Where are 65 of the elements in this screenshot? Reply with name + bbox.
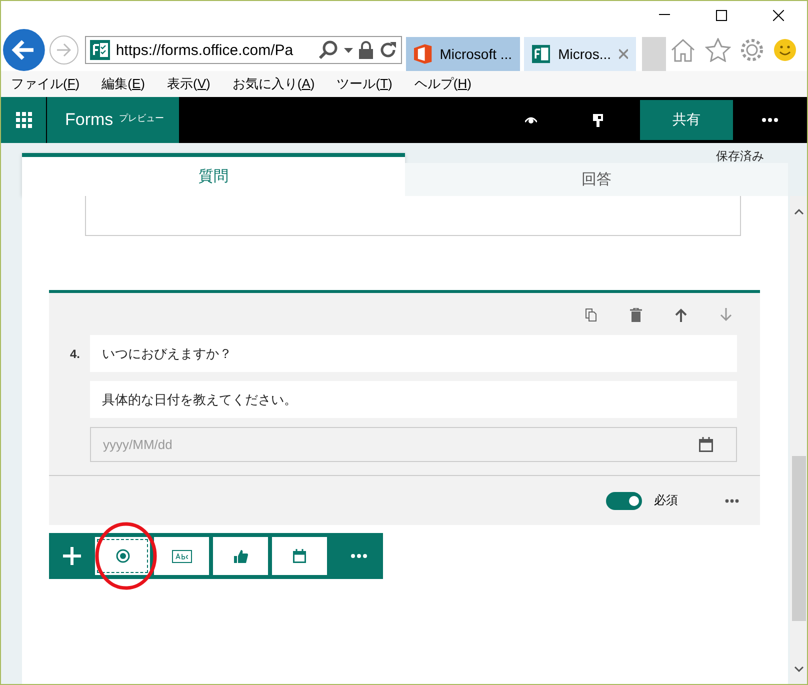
required-label: 必須 (654, 492, 678, 509)
settings-icon[interactable] (740, 38, 764, 62)
preview-label: プレビュー (119, 112, 164, 125)
more-icon[interactable] (762, 118, 778, 122)
paintbrush-icon[interactable] (593, 114, 603, 126)
browser-tab[interactable]: Micros... (524, 37, 636, 71)
lock-icon (359, 41, 374, 59)
menu-item[interactable]: ツール(T) (336, 75, 392, 93)
arrow-down-icon[interactable] (720, 308, 732, 322)
address-text: https://forms.office.com/Pa (116, 42, 294, 58)
question-type-button[interactable] (272, 537, 327, 575)
question-subtitle-field[interactable]: 具体的な日付を教えてください。 (90, 381, 737, 418)
forms-logo-icon (90, 40, 110, 60)
dropdown-icon[interactable] (344, 48, 354, 52)
more-icon[interactable] (725, 498, 739, 502)
menu-item[interactable]: ヘルプ(H) (414, 75, 472, 93)
maximize-icon[interactable] (716, 10, 727, 20)
menu-item[interactable]: お気に入り(A) (232, 75, 315, 93)
browser-tab-label: Micros... (558, 46, 612, 62)
question-type-button[interactable] (154, 537, 209, 575)
date-field[interactable]: yyyy/MM/dd (90, 427, 737, 462)
thumbs-up-icon (234, 550, 248, 562)
menu-item[interactable]: 表示(V) (167, 75, 210, 93)
radio-icon (116, 549, 130, 563)
share-button[interactable]: 共有 (640, 100, 733, 140)
forms-logo-icon (532, 44, 550, 64)
save-status: 保存済み (716, 148, 764, 165)
search-icon[interactable] (318, 40, 338, 60)
annotation-circle (94, 521, 158, 591)
minimize-icon[interactable] (659, 14, 670, 16)
browser-tab[interactable]: Microsoft ... (406, 37, 520, 71)
menu-item[interactable]: 編集(E) (102, 75, 145, 93)
tab[interactable]: 回答 (405, 163, 788, 196)
copy-icon[interactable] (585, 308, 597, 322)
required-toggle[interactable] (606, 492, 642, 510)
waffle-icon (16, 112, 32, 128)
tab[interactable]: 質問 (22, 153, 405, 196)
home-icon[interactable] (670, 38, 696, 62)
scrollbar[interactable] (790, 196, 807, 684)
plus-icon[interactable] (63, 547, 81, 565)
smiley-icon[interactable] (773, 38, 797, 62)
close-icon[interactable] (773, 10, 784, 20)
office-logo-icon (414, 44, 432, 64)
refresh-icon[interactable] (379, 41, 398, 59)
text-field[interactable] (85, 196, 741, 236)
menu-item[interactable]: ファイル(F) (11, 75, 80, 93)
question-number: 4. (68, 346, 81, 360)
address-bar[interactable]: https://forms.office.com/Pa (84, 36, 402, 64)
back-icon[interactable] (3, 29, 45, 71)
scroll-down-icon[interactable] (794, 666, 804, 672)
text-box-icon (172, 550, 192, 562)
question-type-button[interactable] (95, 537, 150, 575)
trash-icon[interactable] (630, 308, 642, 322)
question-type-button[interactable] (213, 537, 268, 575)
eye-icon[interactable] (525, 116, 537, 124)
question-title-field[interactable]: いつにおびえますか？ (90, 335, 737, 372)
arrow-up-icon[interactable] (675, 308, 687, 322)
app-title: Forms (65, 110, 114, 130)
star-icon[interactable] (705, 38, 731, 62)
scrollbar-thumb[interactable] (792, 456, 806, 621)
calendar-icon (293, 549, 306, 563)
app-launcher-button[interactable] (1, 97, 47, 143)
scroll-up-icon[interactable] (794, 209, 804, 215)
browser-tab-label: Microsoft ... (440, 46, 512, 62)
calendar-icon[interactable] (699, 437, 713, 452)
